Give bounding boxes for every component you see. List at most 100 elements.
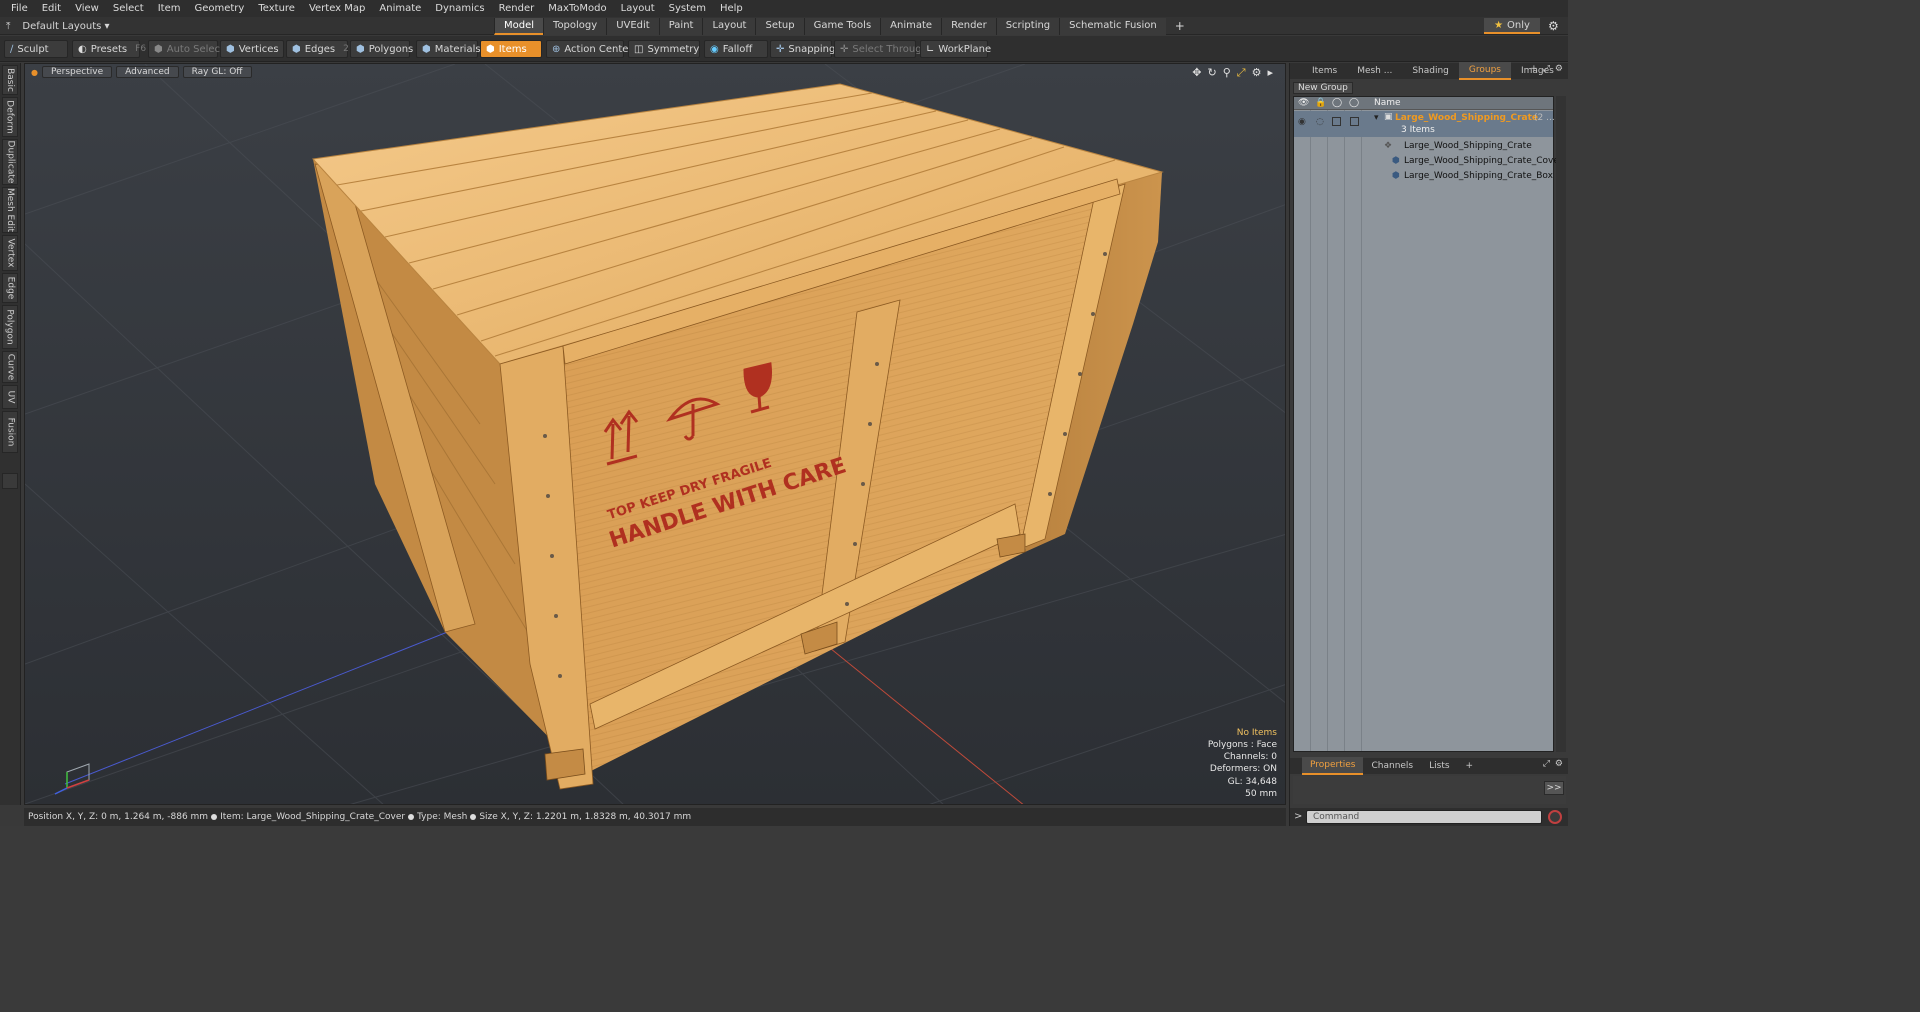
advanced-dropdown[interactable]: Advanced bbox=[116, 66, 179, 78]
menu-geometry[interactable]: Geometry bbox=[187, 0, 251, 17]
zoom-icon[interactable]: ⚲ bbox=[1223, 66, 1231, 80]
tab-paint[interactable]: Paint bbox=[658, 18, 703, 35]
viewport-menu-icon[interactable]: ● bbox=[31, 68, 38, 77]
gear-icon[interactable]: ⚙ bbox=[1555, 64, 1563, 74]
expand-icon[interactable]: ⤢ bbox=[1543, 64, 1550, 74]
select-through-button[interactable]: ✛ Select Through bbox=[834, 40, 928, 58]
tab-topology[interactable]: Topology bbox=[543, 18, 607, 35]
menu-maxtomodo[interactable]: MaxToModo bbox=[541, 0, 613, 17]
expand-button[interactable]: >> bbox=[1544, 781, 1564, 795]
left-tab-basic[interactable]: Basic bbox=[2, 65, 18, 95]
tab-items[interactable]: Items bbox=[1302, 63, 1347, 79]
symmetry-button[interactable]: ◫ Symmetry bbox=[628, 40, 700, 58]
materials-button[interactable]: ⬢ Materials bbox=[416, 40, 481, 58]
left-tab-deform[interactable]: Deform bbox=[2, 97, 18, 137]
menu-select[interactable]: Select bbox=[106, 0, 151, 17]
play-arrow-icon[interactable]: ▸ bbox=[1267, 66, 1273, 80]
menu-vertex-map[interactable]: Vertex Map bbox=[302, 0, 372, 17]
left-tab-edge[interactable]: Edge bbox=[2, 273, 18, 303]
3d-viewport[interactable]: TOP KEEP DRY FRAGILE HANDLE WITH CARE ● … bbox=[24, 63, 1286, 805]
select-icon[interactable]: ◯ bbox=[1332, 98, 1342, 108]
gear-icon[interactable]: ⚙ bbox=[1548, 19, 1559, 33]
gear-icon[interactable]: ⚙ bbox=[1555, 759, 1563, 769]
group-row[interactable]: ◉ ◌ ▾ ▣ Large_Wood_Shipping_Crate (2 ...… bbox=[1294, 111, 1555, 137]
command-input[interactable]: Command bbox=[1306, 810, 1542, 824]
select-checkbox[interactable] bbox=[1332, 117, 1341, 126]
tab-schematic-fusion[interactable]: Schematic Fusion bbox=[1059, 18, 1166, 35]
new-group-button[interactable]: New Group bbox=[1293, 82, 1353, 94]
tab-mesh[interactable]: Mesh ... bbox=[1347, 63, 1402, 79]
presets-button[interactable]: ◐ Presets F6 bbox=[72, 40, 146, 58]
workplane-button[interactable]: ∟ WorkPlane bbox=[920, 40, 991, 58]
menu-system[interactable]: System bbox=[662, 0, 713, 17]
expand-arrow-icon[interactable]: ▾ bbox=[1374, 113, 1379, 123]
auto-select-button[interactable]: ⬢ Auto Select bbox=[148, 40, 224, 58]
polygons-button[interactable]: ⬢ Polygons bbox=[350, 40, 413, 58]
name-column-header[interactable]: Name bbox=[1374, 98, 1401, 108]
left-tab-mesh-edit[interactable]: Mesh Edit bbox=[2, 187, 18, 233]
left-tab-polygon[interactable]: Polygon bbox=[2, 305, 18, 349]
action-center-button[interactable]: ⊕ Action Center bbox=[546, 40, 633, 58]
menu-render[interactable]: Render bbox=[492, 0, 542, 17]
left-tab-extra[interactable] bbox=[2, 473, 18, 489]
menu-texture[interactable]: Texture bbox=[251, 0, 302, 17]
pan-icon[interactable]: ✥ bbox=[1192, 66, 1201, 80]
menu-animate[interactable]: Animate bbox=[372, 0, 428, 17]
only-toggle[interactable]: ★ Only bbox=[1484, 18, 1540, 34]
render-icon[interactable]: ◯ bbox=[1349, 98, 1359, 108]
gear-icon[interactable]: ⚙ bbox=[1252, 66, 1262, 80]
tab-layout[interactable]: Layout bbox=[702, 18, 756, 35]
left-tab-uv[interactable]: UV bbox=[2, 385, 18, 409]
group-child-row[interactable]: ⬢ Large_Wood_Shipping_Crate_Box bbox=[1294, 170, 1553, 184]
expand-icon[interactable]: ⤢ bbox=[1543, 759, 1550, 769]
default-layouts-dropdown[interactable]: Default Layouts ▾ bbox=[22, 21, 109, 32]
left-tab-fusion[interactable]: Fusion bbox=[2, 411, 18, 453]
visibility-eye-icon[interactable]: ◉ bbox=[1298, 117, 1306, 127]
tab-groups[interactable]: Groups bbox=[1458, 62, 1511, 80]
right-panel-tabs: Items Mesh ... Shading Groups Images + ⤢… bbox=[1290, 62, 1568, 80]
perspective-dropdown[interactable]: Perspective bbox=[41, 66, 113, 78]
snapping-button[interactable]: ✛ Snapping bbox=[770, 40, 835, 58]
sculpt-button[interactable]: ∕ Sculpt bbox=[4, 40, 68, 58]
group-child-row[interactable]: ⬢ Large_Wood_Shipping_Crate_Cover bbox=[1294, 155, 1563, 169]
layout-icon[interactable]: ⤒ bbox=[6, 21, 10, 32]
tab-channels[interactable]: Channels bbox=[1363, 758, 1421, 774]
menu-file[interactable]: File bbox=[4, 0, 35, 17]
rotate-icon[interactable]: ↻ bbox=[1208, 66, 1217, 80]
left-tab-vertex[interactable]: Vertex bbox=[2, 235, 18, 271]
add-tab-icon[interactable]: + bbox=[1530, 64, 1538, 74]
maximize-icon[interactable]: ⤢ bbox=[1237, 66, 1246, 80]
tab-scripting[interactable]: Scripting bbox=[995, 18, 1060, 35]
lock-icon[interactable]: 🔒 bbox=[1315, 98, 1326, 108]
menu-edit[interactable]: Edit bbox=[35, 0, 68, 17]
lock-toggle-icon[interactable]: ◌ bbox=[1316, 117, 1324, 127]
group-child-row[interactable]: ❖ Large_Wood_Shipping_Crate bbox=[1294, 140, 1553, 154]
tab-game-tools[interactable]: Game Tools bbox=[803, 18, 881, 35]
menu-view[interactable]: View bbox=[68, 0, 106, 17]
vertices-button[interactable]: ⬢Vertices1 bbox=[220, 40, 292, 58]
record-macro-icon[interactable] bbox=[1548, 810, 1562, 824]
add-tab-button[interactable]: + bbox=[1166, 18, 1194, 35]
left-tab-curve[interactable]: Curve bbox=[2, 351, 18, 383]
tab-uvedit[interactable]: UVEdit bbox=[606, 18, 659, 35]
edges-button[interactable]: ⬢ Edges 2 bbox=[286, 40, 349, 58]
tab-model[interactable]: Model bbox=[494, 18, 544, 35]
tab-animate[interactable]: Animate bbox=[880, 18, 942, 35]
menu-dynamics[interactable]: Dynamics bbox=[428, 0, 491, 17]
eye-icon[interactable]: 👁 bbox=[1298, 98, 1309, 108]
items-button[interactable]: ⬢ Items bbox=[480, 40, 542, 58]
falloff-button[interactable]: ◉ Falloff bbox=[704, 40, 768, 58]
menu-help[interactable]: Help bbox=[713, 0, 750, 17]
menu-item[interactable]: Item bbox=[151, 0, 188, 17]
menu-layout[interactable]: Layout bbox=[614, 0, 662, 17]
tab-setup[interactable]: Setup bbox=[755, 18, 804, 35]
add-tab-icon[interactable]: + bbox=[1458, 758, 1482, 774]
tab-lists[interactable]: Lists bbox=[1421, 758, 1457, 774]
tab-render[interactable]: Render bbox=[941, 18, 996, 35]
render-checkbox[interactable] bbox=[1350, 117, 1359, 126]
left-tab-duplicate[interactable]: Duplicate bbox=[2, 139, 18, 185]
tab-properties[interactable]: Properties bbox=[1302, 757, 1364, 775]
tab-shading[interactable]: Shading bbox=[1402, 63, 1459, 79]
raygl-toggle[interactable]: Ray GL: Off bbox=[182, 66, 252, 78]
list-scrollbar[interactable] bbox=[1556, 96, 1566, 752]
